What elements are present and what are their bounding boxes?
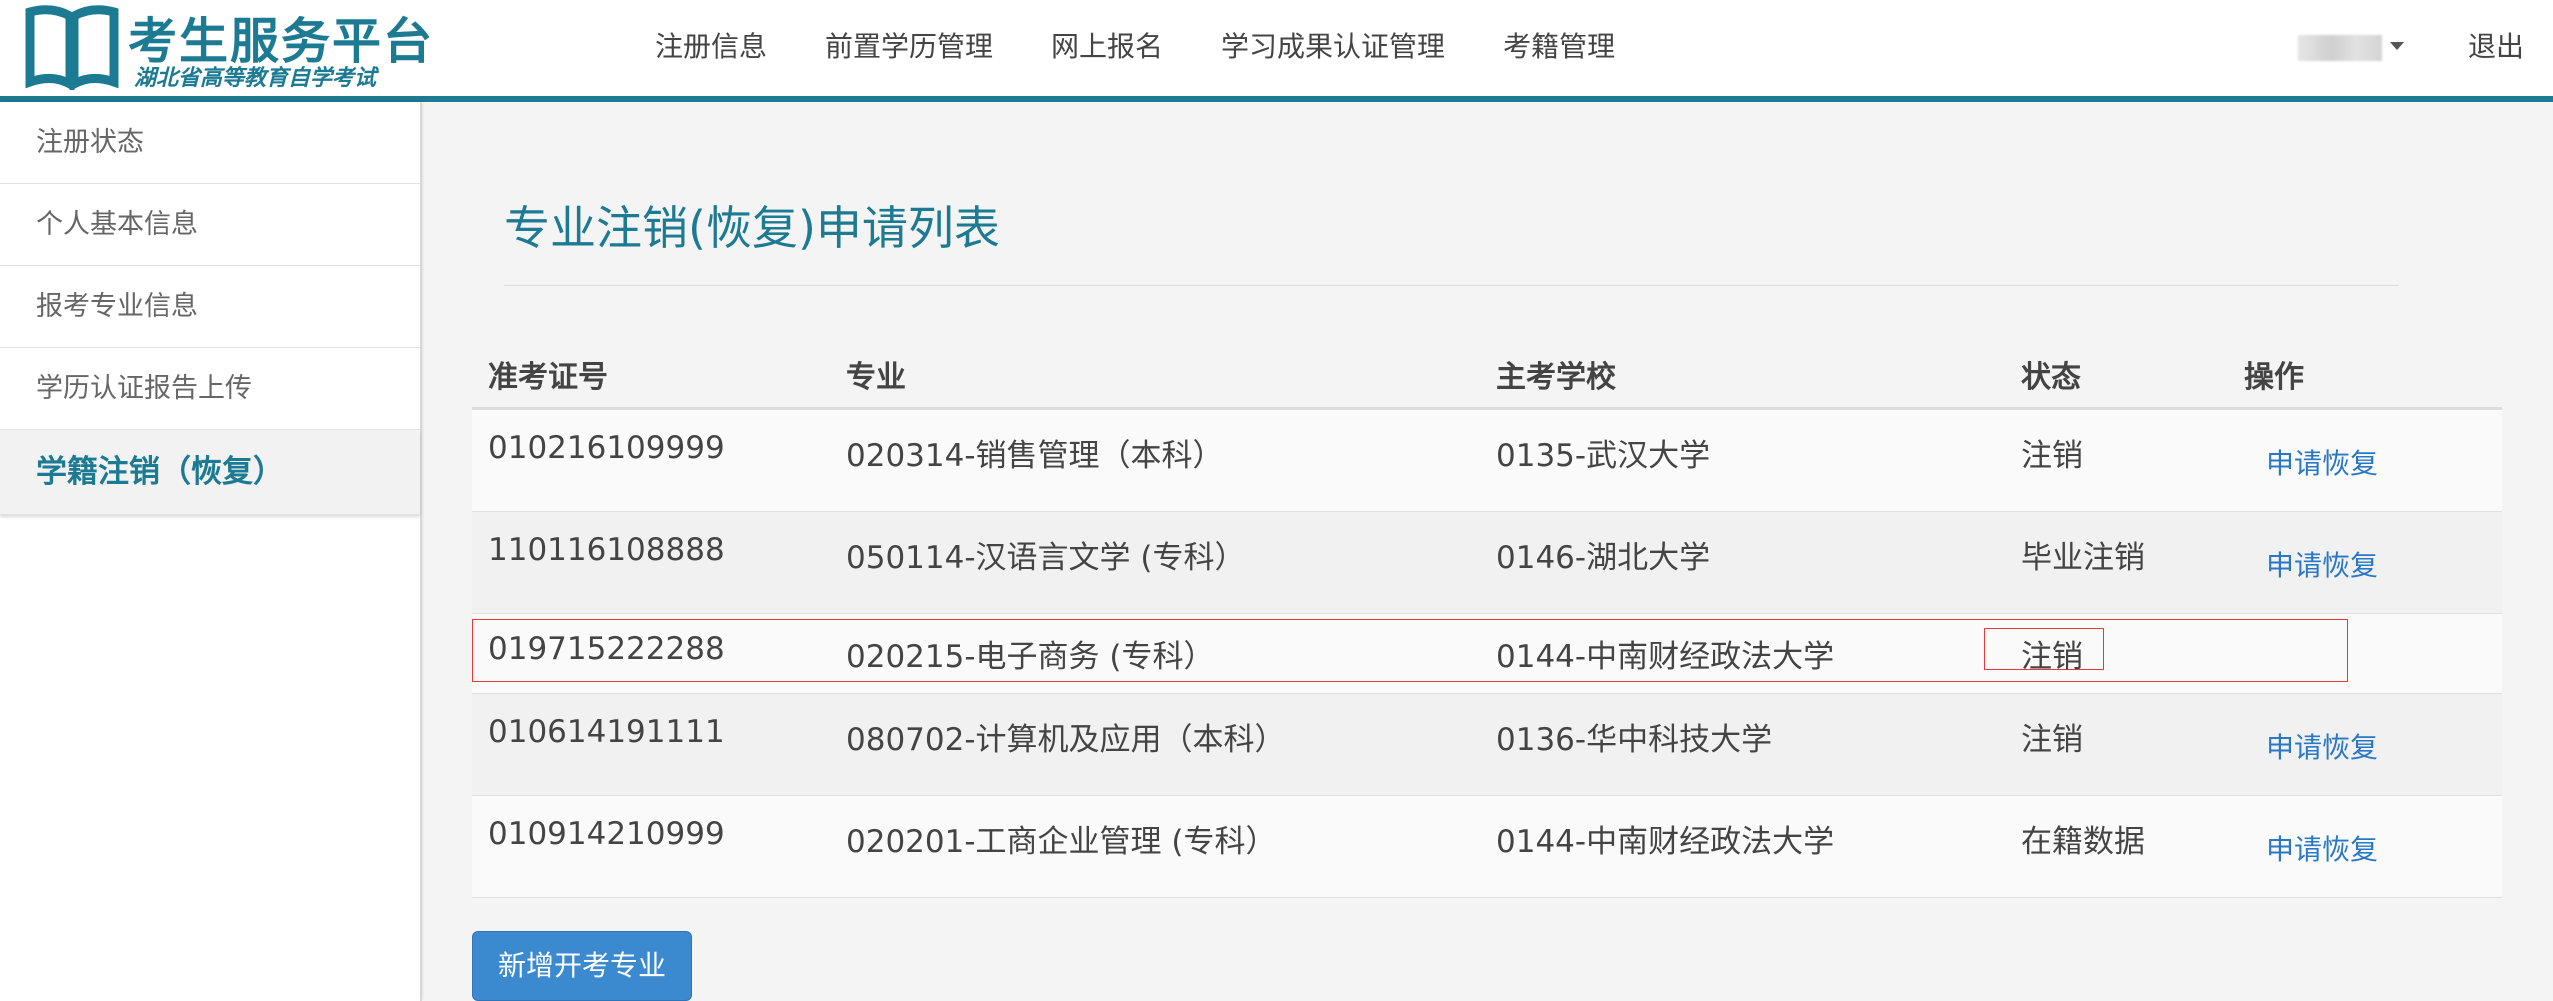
cell-exam-id: 010216109999 <box>488 430 725 466</box>
book-logo-icon <box>25 5 119 90</box>
sidebar-item-major-info[interactable]: 报考专业信息 <box>0 266 420 348</box>
user-name-blurred[interactable] <box>2298 35 2382 61</box>
cell-status: 在籍数据 <box>2021 824 2145 860</box>
title-divider <box>504 285 2399 286</box>
cell-status: 注销 <box>2021 438 2083 474</box>
table-row: 010914210999 020201-工商企业管理 (专科） 0144-中南财… <box>472 796 2502 898</box>
cell-exam-id: 010914210999 <box>488 816 725 852</box>
sidebar-item-status-cancel[interactable]: 学籍注销（恢复） <box>0 430 420 515</box>
page-title: 专业注销(恢复)申请列表 <box>504 201 1000 255</box>
table-row: 010216109999 020314-销售管理（本科） 0135-武汉大学 注… <box>472 410 2502 512</box>
main-nav: 注册信息 前置学历管理 网上报名 学习成果认证管理 考籍管理 <box>655 0 1673 96</box>
platform-logo[interactable]: 考生服务平台 湖北省高等教育自学考试 <box>24 4 432 92</box>
apply-restore-link[interactable]: 申请恢复 <box>2266 828 2378 868</box>
cell-school: 0146-湖北大学 <box>1496 540 1711 576</box>
header-status: 状态 <box>2021 360 2081 395</box>
sidebar-item-registration-status[interactable]: 注册状态 <box>0 102 420 184</box>
cell-exam-id: 019715222288 <box>488 631 725 667</box>
apply-restore-link[interactable]: 申请恢复 <box>2266 726 2378 766</box>
header-major: 专业 <box>846 360 906 395</box>
cell-major: 020201-工商企业管理 (专科） <box>846 824 1277 860</box>
table-row: 010614191111 080702-计算机及应用（本科） 0136-华中科技… <box>472 694 2502 796</box>
table-row: 110116108888 050114-汉语言文学 (专科） 0146-湖北大学… <box>472 512 2502 614</box>
main-content: 专业注销(恢复)申请列表 准考证号 专业 主考学校 状态 操作 01021610… <box>424 102 2553 1001</box>
cell-major: 050114-汉语言文学 (专科） <box>846 540 1246 576</box>
chevron-down-icon[interactable] <box>2390 42 2404 50</box>
cell-major: 020215-电子商务 (专科） <box>846 639 1215 675</box>
header-school: 主考学校 <box>1496 360 1616 395</box>
cell-school: 0144-中南财经政法大学 <box>1496 639 1835 675</box>
apply-restore-link[interactable]: 申请恢复 <box>2266 544 2378 584</box>
cell-status: 注销 <box>2021 639 2083 675</box>
nav-learning-credit[interactable]: 学习成果认证管理 <box>1221 0 1445 96</box>
sidebar-item-personal-info[interactable]: 个人基本信息 <box>0 184 420 266</box>
cell-school: 0135-武汉大学 <box>1496 438 1711 474</box>
header-exam-id: 准考证号 <box>488 360 608 395</box>
sidebar-item-degree-upload[interactable]: 学历认证报告上传 <box>0 348 420 430</box>
add-major-button[interactable]: 新增开考专业 <box>472 931 692 1001</box>
header-action: 操作 <box>2244 360 2304 395</box>
cell-status: 毕业注销 <box>2021 540 2145 576</box>
cell-exam-id: 010614191111 <box>488 714 725 750</box>
cell-school: 0144-中南财经政法大学 <box>1496 824 1835 860</box>
logo-subtitle: 湖北省高等教育自学考试 <box>134 66 377 91</box>
logout-link[interactable]: 退出 <box>2468 0 2524 94</box>
cell-school: 0136-华中科技大学 <box>1496 722 1773 758</box>
cell-status: 注销 <box>2021 722 2083 758</box>
cell-major: 020314-销售管理（本科） <box>846 438 1224 474</box>
table-header: 准考证号 专业 主考学校 状态 操作 <box>472 330 2502 410</box>
top-header: 考生服务平台 湖北省高等教育自学考试 注册信息 前置学历管理 网上报名 学习成果… <box>0 0 2553 102</box>
cell-major: 080702-计算机及应用（本科） <box>846 722 1286 758</box>
apply-restore-link[interactable]: 申请恢复 <box>2266 442 2378 482</box>
nav-prior-education[interactable]: 前置学历管理 <box>825 0 993 96</box>
sidebar: 注册状态 个人基本信息 报考专业信息 学历认证报告上传 学籍注销（恢复） <box>0 102 422 1001</box>
nav-online-signup[interactable]: 网上报名 <box>1051 0 1163 96</box>
nav-student-status[interactable]: 考籍管理 <box>1503 0 1615 96</box>
table-row-highlighted: 019715222288 020215-电子商务 (专科） 0144-中南财经政… <box>472 614 2502 694</box>
nav-registration-info[interactable]: 注册信息 <box>655 0 767 96</box>
application-table: 准考证号 专业 主考学校 状态 操作 010216109999 020314-销… <box>472 330 2502 898</box>
cell-exam-id: 110116108888 <box>488 532 725 568</box>
